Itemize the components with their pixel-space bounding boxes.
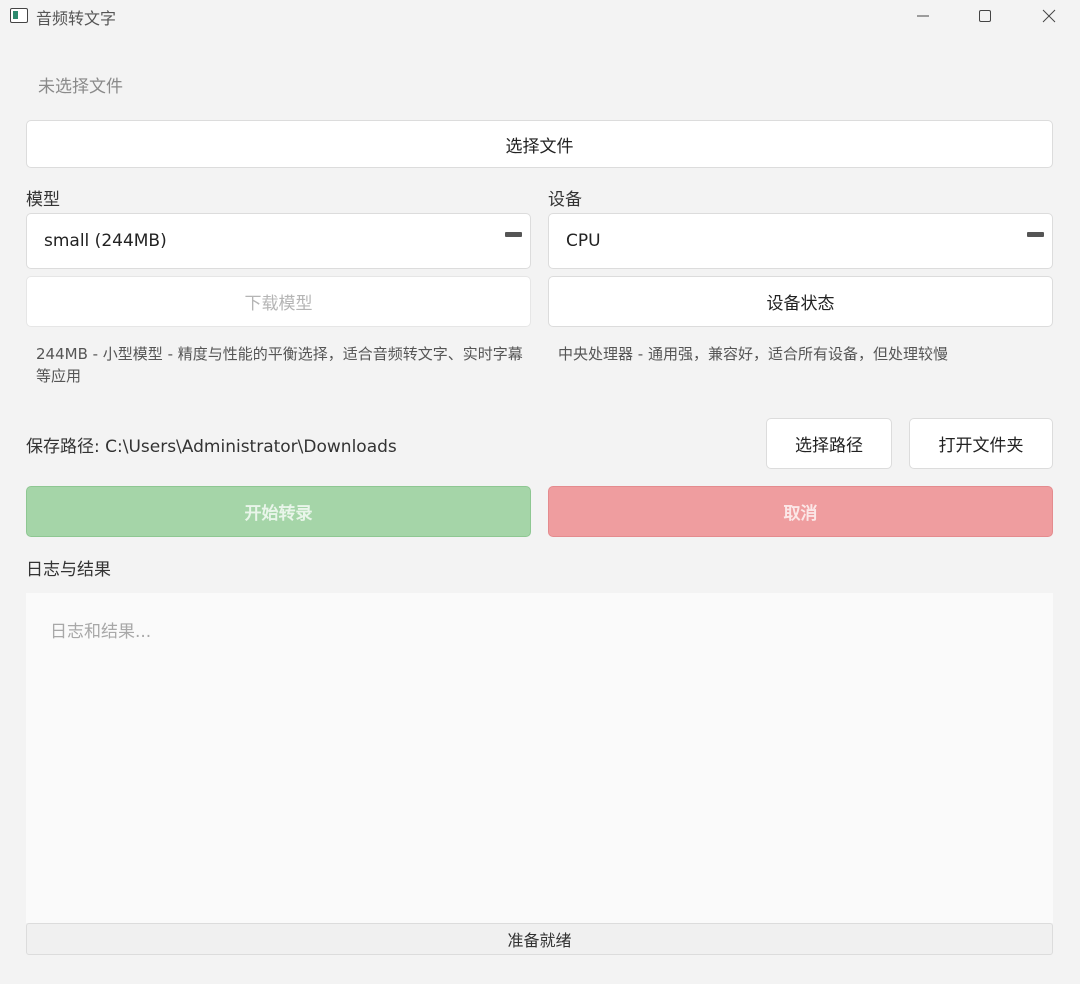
choose-path-button[interactable]: 选择路径 (766, 418, 892, 469)
log-textarea[interactable]: 日志和结果... (26, 593, 1053, 923)
model-select[interactable]: small (244MB) (26, 213, 531, 269)
device-label: 设备 (548, 190, 582, 210)
open-folder-button[interactable]: 打开文件夹 (909, 418, 1053, 469)
cancel-button[interactable]: 取消 (548, 486, 1053, 537)
close-icon (1042, 9, 1056, 23)
log-placeholder: 日志和结果... (50, 622, 152, 642)
download-model-button[interactable]: 下载模型 (26, 276, 531, 327)
maximize-button[interactable] (962, 0, 1008, 32)
model-description: 244MB - 小型模型 - 精度与性能的平衡选择，适合音频转文字、实时字幕等应… (36, 345, 523, 385)
save-path-text: 保存路径: C:\Users\Administrator\Downloads (26, 437, 397, 457)
status-bar: 准备就绪 (26, 923, 1053, 955)
device-description: 中央处理器 - 通用强，兼容好，适合所有设备，但处理较慢 (558, 345, 948, 363)
device-status-button[interactable]: 设备状态 (548, 276, 1053, 327)
device-select[interactable]: CPU (548, 213, 1053, 269)
start-transcribe-button[interactable]: 开始转录 (26, 486, 531, 537)
window-title: 音频转文字 (36, 9, 117, 28)
file-status-text: 未选择文件 (38, 77, 123, 97)
device-select-value: CPU (566, 231, 601, 251)
dropdown-dash-icon (1027, 232, 1044, 237)
dropdown-dash-icon (505, 232, 522, 237)
close-button[interactable] (1026, 0, 1072, 32)
choose-file-button[interactable]: 选择文件 (26, 120, 1053, 168)
model-select-value: small (244MB) (44, 231, 167, 251)
log-section-label: 日志与结果 (26, 560, 111, 580)
maximize-icon (979, 10, 991, 22)
model-label: 模型 (26, 190, 60, 210)
minimize-icon (917, 15, 929, 17)
title-bar: 音频转文字 (0, 0, 1080, 34)
minimize-button[interactable] (900, 0, 946, 32)
app-window: 音频转文字 未选择文件 选择文件 模型 设备 small (244MB) CPU… (0, 0, 1080, 984)
app-window-icon (10, 8, 28, 23)
